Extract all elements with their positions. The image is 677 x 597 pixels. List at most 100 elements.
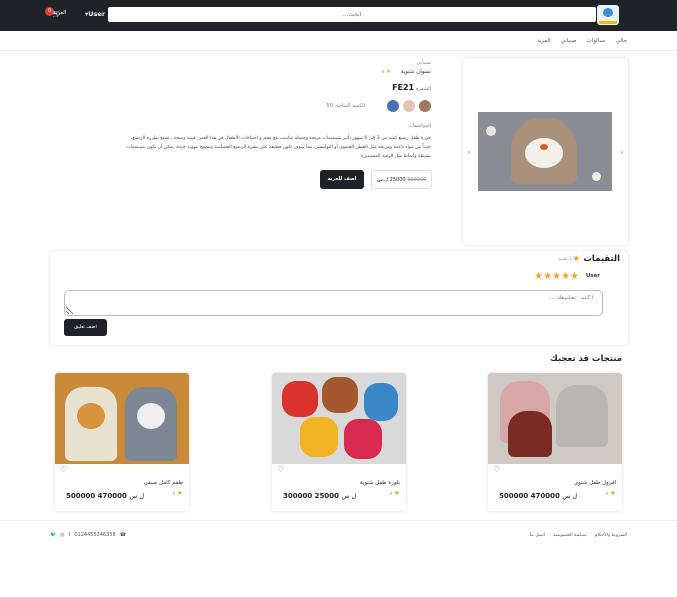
twitter-icon[interactable]: 🐦 [50, 532, 56, 538]
heart-icon[interactable]: ♡ [493, 465, 500, 474]
product-card-price: ل س 25000 300000 [280, 492, 356, 500]
product-name: نسوان شتوية ★ 4 [121, 69, 432, 75]
heart-icon[interactable]: ♡ [60, 465, 67, 474]
product-card-rating: ★ 4 [172, 489, 183, 497]
footer-link-contact[interactable]: اتصل بنا [530, 533, 545, 538]
qty-value: 50 [326, 103, 333, 109]
color-swatch[interactable] [403, 100, 415, 112]
reviews-section: التقيمات ★ 5 1 تقييم User ★★★★★ اضف تعلي… [50, 251, 628, 345]
phone-icon: ☎ [119, 532, 126, 538]
submit-review-button[interactable]: اضف تعليق [64, 319, 107, 336]
footer-link-terms[interactable]: الشروط والأحكام [595, 533, 627, 538]
clothing-shape [322, 377, 358, 413]
clothing-shape [282, 381, 318, 417]
decor-ball [486, 126, 496, 136]
review-textarea[interactable] [64, 290, 603, 316]
reviews-summary: 5 1 تقييم [558, 257, 576, 262]
qty-label: الكمية المتاحة: [334, 103, 365, 109]
old-price: 300000 [407, 177, 427, 183]
currency: ل س [341, 492, 357, 500]
footer-links: الشروط والأحكام سياسة الخصوصية اتصل بنا [530, 533, 627, 538]
product-code: FE21 [392, 83, 415, 92]
price: 470000 [530, 492, 560, 500]
clothing-shape [137, 403, 165, 429]
page-footer: الشروط والأحكام سياسة الخصوصية اتصل بنا … [0, 520, 677, 597]
user-menu[interactable]: User▾ [85, 10, 105, 18]
reviews-title: التقيمات ★ [573, 254, 620, 264]
product-card-image [272, 373, 406, 464]
code-label: الشفرة [415, 86, 431, 92]
star-icon: ★ [609, 489, 616, 497]
currency: ل س [562, 492, 578, 500]
footer-social: 🐦 ◎ f 0124455346358 ☎ [50, 532, 126, 538]
reviews-count: 1 تقييم [558, 257, 572, 262]
product-card-name: بلوزة طفل شتوية [359, 480, 400, 486]
star-icon: ★ [393, 489, 400, 497]
price: 470000 [97, 492, 127, 500]
product-name-text: نسوان شتوية [400, 69, 431, 75]
nav-item-girls[interactable]: جالي [616, 38, 627, 44]
product-card[interactable]: ♡ بلوزة طفل شتوية ★ 4 ل س 25000 300000 [272, 373, 406, 511]
jacket-nose [540, 144, 548, 150]
site-logo[interactable] [597, 5, 619, 25]
category-nav: جالي سبالوات صبياني المزيد [537, 38, 627, 44]
clothing-shape [344, 419, 382, 459]
product-card-image [55, 373, 189, 464]
logo-text-strip [599, 21, 617, 24]
color-swatch[interactable] [419, 100, 431, 112]
heart-icon[interactable]: ♡ [277, 465, 284, 474]
add-to-cart-button[interactable]: اضف للعربة [320, 170, 364, 189]
product-rating: 4 [381, 70, 385, 75]
review-stars: ★★★★★ [534, 271, 579, 282]
product-image [478, 112, 612, 191]
facebook-icon[interactable]: f [69, 532, 71, 538]
rating-value: 4 [389, 492, 393, 497]
logo-kid-icon [603, 8, 613, 17]
specs-title: المواصفات [408, 123, 431, 129]
nav-item-boys[interactable]: صبياني [561, 38, 577, 44]
product-card-price: ل س 470000 500000 [496, 492, 577, 500]
reviews-title-text: التقيمات [583, 254, 620, 264]
old-price: 300000 [283, 492, 313, 500]
product-card[interactable]: ♡ افرول طفل شتوي ★ 4 ل س 470000 500000 [488, 373, 622, 511]
footer-link-privacy[interactable]: سياسة الخصوصية [553, 533, 586, 538]
new-price: 25000 [389, 177, 406, 183]
product-description: جرزة طقل رضيع كمية من 3 إلى 6 شهور تأثير… [126, 136, 431, 159]
clothing-shape [300, 417, 338, 457]
old-price: 500000 [66, 492, 96, 500]
nav-item-more[interactable]: المزيد [537, 38, 551, 44]
top-navbar: User▾ 0 🛒 العربة [0, 0, 677, 31]
nav-divider [0, 50, 677, 51]
cart-label[interactable]: العربة [53, 10, 66, 16]
decor-ball [592, 172, 601, 181]
price-box: 300000 25000 ل.س [371, 170, 432, 189]
color-swatches [387, 100, 431, 112]
product-card-price: ل س 470000 500000 [63, 492, 144, 500]
instagram-icon[interactable]: ◎ [60, 532, 64, 538]
product-card[interactable]: ♡ طقم كامل صيفي ★ 4 ل س 470000 500000 [55, 373, 189, 511]
jacket-face [525, 138, 563, 168]
reviews-rating: 5 [573, 257, 576, 262]
rating-value: 4 [172, 492, 176, 497]
footer-phone[interactable]: 0124455346358 [74, 532, 115, 538]
product-card-image [488, 373, 622, 464]
clothing-shape [508, 411, 552, 457]
star-icon: ★ [176, 489, 183, 497]
chevron-right-icon[interactable]: › [620, 148, 624, 158]
currency: ل س [129, 492, 145, 500]
price: 25000 [314, 492, 340, 500]
rating-star-icon: ★ [386, 69, 392, 75]
color-swatch[interactable] [387, 100, 399, 112]
nav-item-accessories[interactable]: سبالوات [586, 38, 605, 44]
product-category: صبياني [416, 60, 431, 66]
old-price: 500000 [499, 492, 529, 500]
rating-value: 4 [605, 492, 609, 497]
currency: ل.س [376, 177, 389, 183]
product-code-row: الشفرة FE21 [121, 83, 431, 92]
product-info: صبياني نسوان شتوية ★ 4 الشفرة FE21 الكمي… [121, 60, 432, 159]
chevron-left-icon[interactable]: ‹ [467, 148, 471, 158]
product-card-name: افرول طفل شتوي [573, 480, 616, 486]
clothing-shape [556, 385, 608, 447]
search-input[interactable] [108, 7, 596, 22]
stock-quantity: الكمية المتاحة: 50 [326, 103, 365, 109]
